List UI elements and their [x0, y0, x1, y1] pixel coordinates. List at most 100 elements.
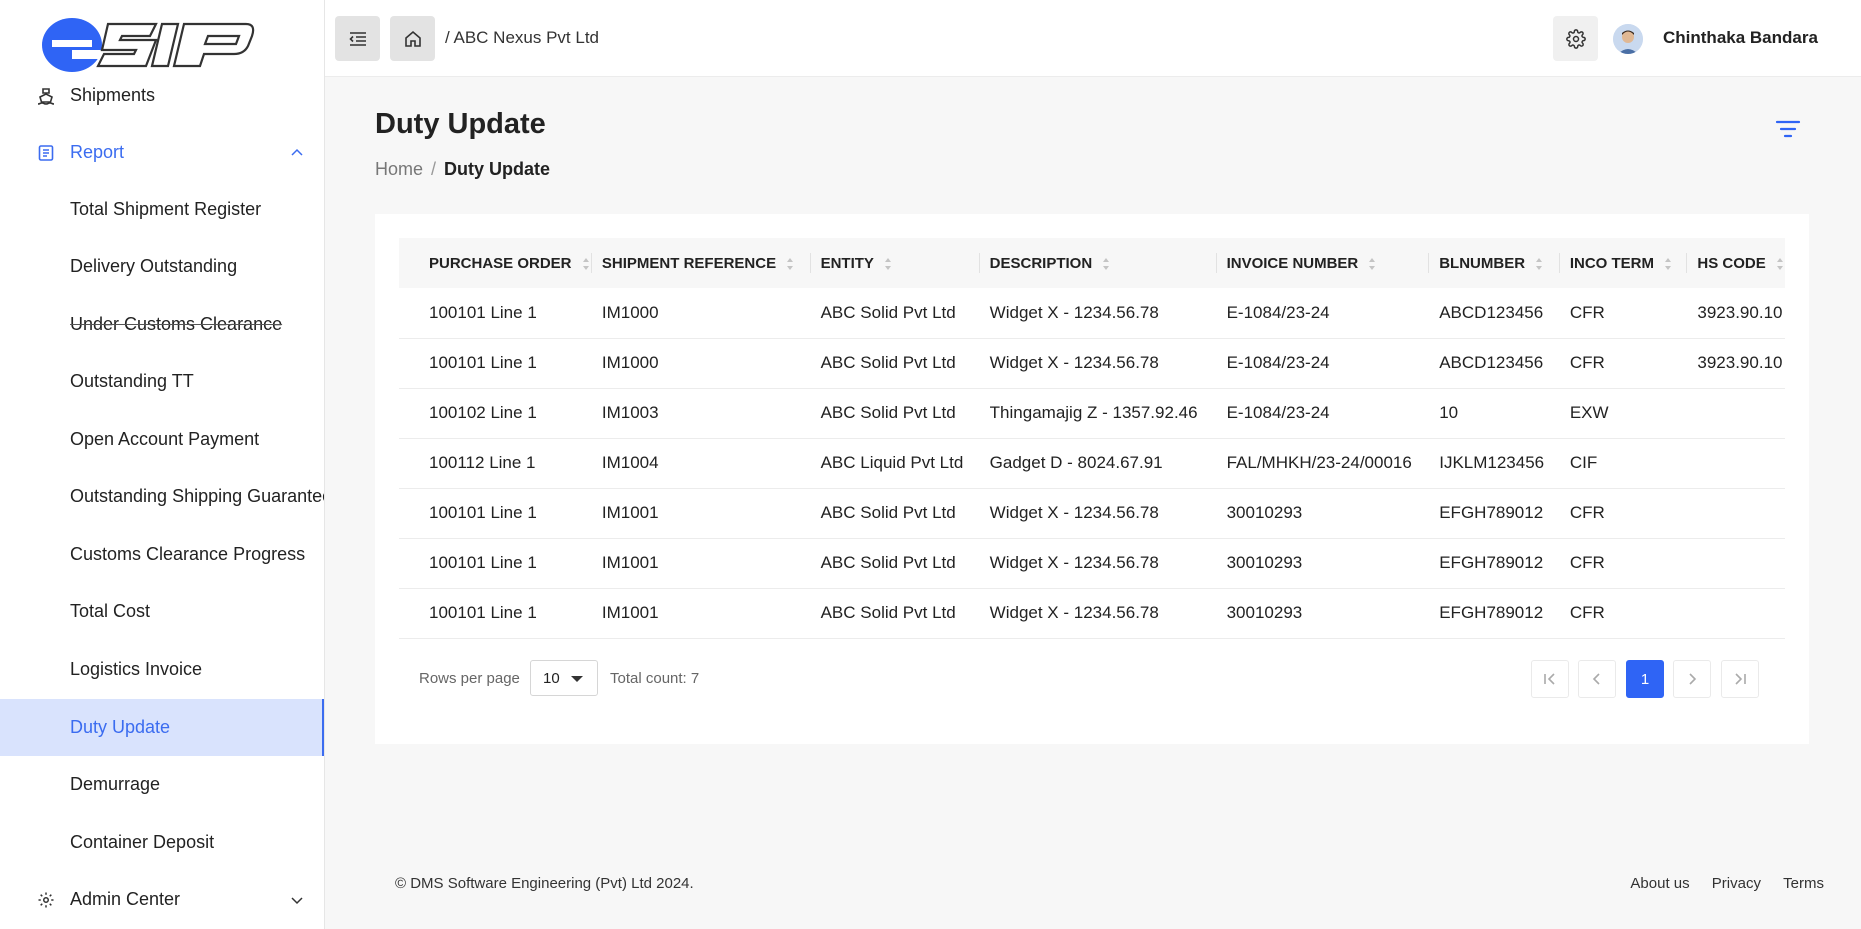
- previous-page-button[interactable]: [1578, 660, 1616, 698]
- table-cell: Widget X - 1234.56.78: [979, 288, 1217, 339]
- last-page-button[interactable]: [1721, 660, 1759, 698]
- sidebar-item-demurrage[interactable]: Demurrage: [0, 756, 324, 813]
- column-header-label: BLNUMBER: [1439, 254, 1526, 272]
- sidebar-item-label: Total Shipment Register: [70, 199, 262, 219]
- table-cell: [1687, 488, 1785, 539]
- last-page-icon: [1735, 673, 1746, 685]
- column-header[interactable]: SHIPMENT REFERENCE: [592, 238, 811, 288]
- page-button-1[interactable]: 1: [1626, 660, 1664, 698]
- column-header[interactable]: PURCHASE ORDER: [399, 238, 592, 288]
- table-cell: 30010293: [1216, 488, 1430, 539]
- sidebar-item-under-customs-clearance[interactable]: Under Customs Clearance: [0, 296, 324, 353]
- total-count: Total count: 7: [610, 670, 700, 687]
- table-row[interactable]: 100102 Line 1 IM1003 ABC Solid Pvt Ltd Thin…: [399, 388, 1785, 439]
- caret-down-icon: [571, 676, 583, 682]
- sidebar-item-duty-update[interactable]: Duty Update: [0, 699, 324, 756]
- column-header[interactable]: BLNUMBER: [1429, 238, 1560, 288]
- table-cell: 100101 Line 1: [399, 288, 592, 339]
- table-cell: ABC Liquid Pvt Ltd: [810, 438, 980, 489]
- column-header[interactable]: INCO TERM: [1560, 238, 1688, 288]
- column-header[interactable]: DESCRIPTION: [980, 238, 1217, 288]
- table-header-row: PURCHASE ORDER SHIPMENT REFERENCE ENTITY DE…: [399, 238, 1785, 288]
- table-cell: FAL/MHKH/23-24/00016: [1216, 438, 1430, 489]
- table-cell: IM1004: [591, 438, 811, 489]
- esip-logo[interactable]: [38, 12, 258, 74]
- column-header[interactable]: ENTITY: [811, 238, 980, 288]
- table-cell: 10: [1429, 388, 1560, 439]
- sidebar-item-customs-clearance-progress[interactable]: Customs Clearance Progress: [0, 526, 324, 583]
- table-row[interactable]: 100101 Line 1 IM1001 ABC Solid Pvt Ltd Widg…: [399, 538, 1785, 589]
- rows-per-page-value: 10: [543, 670, 560, 687]
- chevron-up-icon: [291, 148, 303, 156]
- sidebar-item-admin-center[interactable]: Admin Center: [0, 871, 324, 928]
- collapse-sidebar-button[interactable]: [335, 16, 380, 61]
- next-page-button[interactable]: [1673, 660, 1711, 698]
- table-cell: ABC Solid Pvt Ltd: [810, 388, 980, 439]
- report-icon: [36, 143, 56, 163]
- column-header-label: SHIPMENT REFERENCE: [601, 254, 777, 272]
- rows-per-page-select[interactable]: 10: [530, 660, 598, 696]
- column-header[interactable]: HS CODE: [1687, 238, 1785, 288]
- sidebar-item-total-shipment-register[interactable]: Total Shipment Register: [0, 181, 324, 238]
- chevron-left-icon: [1592, 673, 1600, 685]
- footer-privacy-link[interactable]: Privacy: [1712, 875, 1761, 892]
- table-row[interactable]: 100101 Line 1 IM1001 ABC Solid Pvt Ltd Widg…: [399, 588, 1785, 639]
- table-cell: CFR: [1559, 338, 1688, 389]
- table-cell: IM1001: [591, 488, 811, 539]
- column-header-label: INCO TERM: [1569, 254, 1654, 272]
- sort-icon: [884, 257, 891, 270]
- table-cell: 100112 Line 1: [399, 438, 592, 489]
- table-cell: [1687, 588, 1785, 639]
- table-body: 100101 Line 1 IM1000 ABC Solid Pvt Ltd Widg…: [399, 288, 1785, 639]
- table-cell: 100102 Line 1: [399, 388, 592, 439]
- current-page-number: 1: [1640, 670, 1650, 688]
- table-cell: IM1000: [591, 338, 811, 389]
- sidebar-item-total-cost[interactable]: Total Cost: [0, 583, 324, 640]
- sidebar-item-label: Open Account Payment: [70, 429, 260, 449]
- table-row[interactable]: 100101 Line 1 IM1000 ABC Solid Pvt Ltd Widg…: [399, 338, 1785, 389]
- filter-button[interactable]: [1774, 115, 1802, 143]
- table-cell: Gadget D - 8024.67.91: [979, 438, 1217, 489]
- rows-per-page-label: Rows per page: [419, 670, 520, 687]
- table-cell: ABC Solid Pvt Ltd: [810, 338, 980, 389]
- sidebar-item-outstanding-tt[interactable]: Outstanding TT: [0, 353, 324, 410]
- table-cell: Widget X - 1234.56.78: [979, 488, 1217, 539]
- sidebar-item-shipments[interactable]: Shipments: [0, 67, 324, 124]
- gear-icon: [36, 890, 56, 910]
- sidebar-item-report[interactable]: Report: [0, 124, 324, 181]
- table-cell: [1687, 438, 1785, 489]
- home-button[interactable]: [390, 16, 435, 61]
- sidebar-item-outstanding-shipping-guarantee[interactable]: Outstanding Shipping Guarantee: [0, 468, 325, 525]
- sidebar-item-label: Logistics Invoice: [70, 659, 203, 679]
- avatar[interactable]: [1613, 24, 1643, 54]
- column-header-label: HS CODE: [1697, 254, 1766, 272]
- duty-update-table: PURCHASE ORDER SHIPMENT REFERENCE ENTITY DE…: [399, 238, 1785, 639]
- footer-about-link[interactable]: About us: [1630, 875, 1689, 892]
- sort-icon: [1536, 257, 1543, 270]
- sidebar-item-logistics-invoice[interactable]: Logistics Invoice: [0, 641, 324, 698]
- top-bar: / ABC Nexus Pvt Ltd Chinthaka Bandara: [325, 0, 1861, 77]
- sidebar-item-container-deposit[interactable]: Container Deposit: [0, 814, 324, 871]
- column-header[interactable]: INVOICE NUMBER: [1217, 238, 1430, 288]
- table-row[interactable]: 100101 Line 1 IM1001 ABC Solid Pvt Ltd Widg…: [399, 488, 1785, 539]
- table-cell: IM1000: [591, 288, 811, 339]
- first-page-button[interactable]: [1531, 660, 1569, 698]
- table-row[interactable]: 100101 Line 1 IM1000 ABC Solid Pvt Ltd Widg…: [399, 288, 1785, 339]
- sidebar-item-label: Container Deposit: [70, 832, 215, 852]
- sidebar-item-delivery-outstanding[interactable]: Delivery Outstanding: [0, 238, 324, 295]
- sidebar-item-label: Outstanding Shipping Guarantee: [70, 486, 325, 506]
- settings-button[interactable]: [1553, 16, 1598, 61]
- sidebar-item-label: Under Customs Clearance: [70, 314, 283, 334]
- user-name[interactable]: Chinthaka Bandara: [1663, 28, 1818, 48]
- gear-icon: [1565, 28, 1586, 49]
- table-cell: 30010293: [1216, 538, 1430, 589]
- sidebar-item-open-account-payment[interactable]: Open Account Payment: [0, 411, 324, 468]
- table-row[interactable]: 100112 Line 1 IM1004 ABC Liquid Pvt Ltd Gad…: [399, 438, 1785, 489]
- chevron-right-icon: [1689, 673, 1697, 685]
- table-cell: CFR: [1559, 288, 1688, 339]
- table-cell: EXW: [1559, 388, 1688, 439]
- sort-icon: [787, 257, 794, 270]
- table-cell: IM1003: [591, 388, 811, 439]
- footer-terms-link[interactable]: Terms: [1783, 875, 1824, 892]
- breadcrumb-home[interactable]: Home: [375, 159, 423, 179]
